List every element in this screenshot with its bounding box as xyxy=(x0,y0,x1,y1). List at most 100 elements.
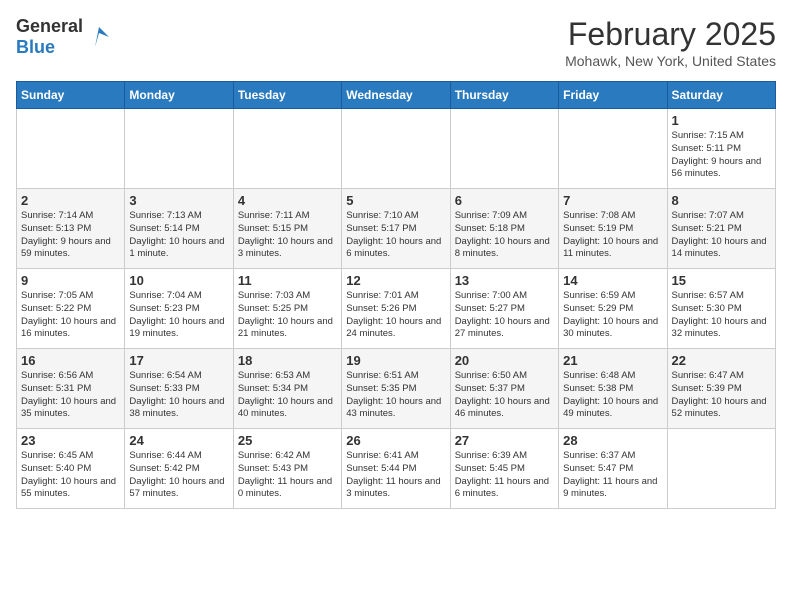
day-number: 6 xyxy=(455,193,554,208)
day-number: 27 xyxy=(455,433,554,448)
day-number: 1 xyxy=(672,113,771,128)
day-cell: 23 Sunrise: 6:45 AM Sunset: 5:40 PM Dayli… xyxy=(17,429,125,509)
day-number: 10 xyxy=(129,273,228,288)
header-row: SundayMondayTuesdayWednesdayThursdayFrid… xyxy=(17,82,776,109)
day-number: 22 xyxy=(672,353,771,368)
day-cell: 28Sunrise: 6:37 AM Sunset: 5:47 PM Dayli… xyxy=(559,429,667,509)
day-cell: 19 Sunrise: 6:51 AM Sunset: 5:35 PM Dayli… xyxy=(342,349,450,429)
day-info: Sunrise: 7:08 AM Sunset: 5:19 PM Dayligh… xyxy=(563,210,662,261)
day-number: 25 xyxy=(238,433,337,448)
day-cell: 2 Sunrise: 7:14 AM Sunset: 5:13 PM Daylig… xyxy=(17,189,125,269)
day-info: Sunrise: 7:09 AM Sunset: 5:18 PM Dayligh… xyxy=(455,210,554,261)
day-cell: 4 Sunrise: 7:11 AM Sunset: 5:15 PM Daylig… xyxy=(233,189,341,269)
day-info: Sunrise: 6:42 AM Sunset: 5:43 PM Dayligh… xyxy=(238,450,337,501)
day-number: 24 xyxy=(129,433,228,448)
day-cell: 18Sunrise: 6:53 AM Sunset: 5:34 PM Dayli… xyxy=(233,349,341,429)
logo: General Blue xyxy=(16,16,113,58)
calendar-subtitle: Mohawk, New York, United States xyxy=(565,53,776,69)
day-cell xyxy=(233,109,341,189)
day-number: 12 xyxy=(346,273,445,288)
day-info: Sunrise: 6:56 AM Sunset: 5:31 PM Dayligh… xyxy=(21,370,120,421)
header-cell-thursday: Thursday xyxy=(450,82,558,109)
day-number: 21 xyxy=(563,353,662,368)
day-info: Sunrise: 7:13 AM Sunset: 5:14 PM Dayligh… xyxy=(129,210,228,261)
day-info: Sunrise: 7:04 AM Sunset: 5:23 PM Dayligh… xyxy=(129,290,228,341)
header-cell-monday: Monday xyxy=(125,82,233,109)
calendar-body: 1 Sunrise: 7:15 AM Sunset: 5:11 PM Daylig… xyxy=(17,109,776,509)
day-info: Sunrise: 6:45 AM Sunset: 5:40 PM Dayligh… xyxy=(21,450,120,501)
day-number: 7 xyxy=(563,193,662,208)
day-cell: 14 Sunrise: 6:59 AM Sunset: 5:29 PM Dayli… xyxy=(559,269,667,349)
day-info: Sunrise: 6:54 AM Sunset: 5:33 PM Dayligh… xyxy=(129,370,228,421)
day-info: Sunrise: 6:48 AM Sunset: 5:38 PM Dayligh… xyxy=(563,370,662,421)
day-cell: 10 Sunrise: 7:04 AM Sunset: 5:23 PM Dayli… xyxy=(125,269,233,349)
day-cell: 15 Sunrise: 6:57 AM Sunset: 5:30 PM Dayli… xyxy=(667,269,775,349)
day-cell: 7 Sunrise: 7:08 AM Sunset: 5:19 PM Daylig… xyxy=(559,189,667,269)
day-cell: 26Sunrise: 6:41 AM Sunset: 5:44 PM Dayli… xyxy=(342,429,450,509)
day-cell: 16 Sunrise: 6:56 AM Sunset: 5:31 PM Dayli… xyxy=(17,349,125,429)
day-cell: 9 Sunrise: 7:05 AM Sunset: 5:22 PM Daylig… xyxy=(17,269,125,349)
day-info: Sunrise: 6:57 AM Sunset: 5:30 PM Dayligh… xyxy=(672,290,771,341)
day-cell: 21 Sunrise: 6:48 AM Sunset: 5:38 PM Dayli… xyxy=(559,349,667,429)
day-info: Sunrise: 6:59 AM Sunset: 5:29 PM Dayligh… xyxy=(563,290,662,341)
day-cell: 17 Sunrise: 6:54 AM Sunset: 5:33 PM Dayli… xyxy=(125,349,233,429)
day-info: Sunrise: 7:11 AM Sunset: 5:15 PM Dayligh… xyxy=(238,210,337,261)
day-number: 19 xyxy=(346,353,445,368)
day-cell: 5Sunrise: 7:10 AM Sunset: 5:17 PM Daylig… xyxy=(342,189,450,269)
day-info: Sunrise: 7:05 AM Sunset: 5:22 PM Dayligh… xyxy=(21,290,120,341)
day-number: 28 xyxy=(563,433,662,448)
day-cell xyxy=(342,109,450,189)
day-number: 2 xyxy=(21,193,120,208)
day-info: Sunrise: 6:51 AM Sunset: 5:35 PM Dayligh… xyxy=(346,370,445,421)
day-cell: 24 Sunrise: 6:44 AM Sunset: 5:42 PM Dayli… xyxy=(125,429,233,509)
day-number: 4 xyxy=(238,193,337,208)
day-cell: 22 Sunrise: 6:47 AM Sunset: 5:39 PM Dayli… xyxy=(667,349,775,429)
day-info: Sunrise: 7:01 AM Sunset: 5:26 PM Dayligh… xyxy=(346,290,445,341)
day-cell: 8 Sunrise: 7:07 AM Sunset: 5:21 PM Daylig… xyxy=(667,189,775,269)
day-number: 23 xyxy=(21,433,120,448)
day-cell xyxy=(125,109,233,189)
day-info: Sunrise: 6:41 AM Sunset: 5:44 PM Dayligh… xyxy=(346,450,445,501)
logo-blue: Blue xyxy=(16,37,55,57)
week-row-3: 9 Sunrise: 7:05 AM Sunset: 5:22 PM Daylig… xyxy=(17,269,776,349)
day-cell: 11Sunrise: 7:03 AM Sunset: 5:25 PM Dayli… xyxy=(233,269,341,349)
day-number: 14 xyxy=(563,273,662,288)
calendar-table: SundayMondayTuesdayWednesdayThursdayFrid… xyxy=(16,81,776,509)
day-info: Sunrise: 7:07 AM Sunset: 5:21 PM Dayligh… xyxy=(672,210,771,261)
day-number: 3 xyxy=(129,193,228,208)
day-cell: 20Sunrise: 6:50 AM Sunset: 5:37 PM Dayli… xyxy=(450,349,558,429)
logo-general: General xyxy=(16,16,83,36)
day-cell xyxy=(559,109,667,189)
day-cell: 27 Sunrise: 6:39 AM Sunset: 5:45 PM Dayli… xyxy=(450,429,558,509)
day-number: 16 xyxy=(21,353,120,368)
day-cell: 12 Sunrise: 7:01 AM Sunset: 5:26 PM Dayli… xyxy=(342,269,450,349)
day-number: 15 xyxy=(672,273,771,288)
day-number: 18 xyxy=(238,353,337,368)
day-info: Sunrise: 7:15 AM Sunset: 5:11 PM Dayligh… xyxy=(672,130,771,181)
week-row-2: 2 Sunrise: 7:14 AM Sunset: 5:13 PM Daylig… xyxy=(17,189,776,269)
logo-text: General Blue xyxy=(16,16,83,58)
day-cell: 3 Sunrise: 7:13 AM Sunset: 5:14 PM Daylig… xyxy=(125,189,233,269)
day-cell xyxy=(667,429,775,509)
day-cell xyxy=(450,109,558,189)
day-info: Sunrise: 6:39 AM Sunset: 5:45 PM Dayligh… xyxy=(455,450,554,501)
day-number: 11 xyxy=(238,273,337,288)
header-cell-friday: Friday xyxy=(559,82,667,109)
header-cell-wednesday: Wednesday xyxy=(342,82,450,109)
calendar-header: SundayMondayTuesdayWednesdayThursdayFrid… xyxy=(17,82,776,109)
day-number: 8 xyxy=(672,193,771,208)
day-number: 9 xyxy=(21,273,120,288)
day-cell: 6 Sunrise: 7:09 AM Sunset: 5:18 PM Daylig… xyxy=(450,189,558,269)
day-info: Sunrise: 6:47 AM Sunset: 5:39 PM Dayligh… xyxy=(672,370,771,421)
day-number: 20 xyxy=(455,353,554,368)
day-number: 13 xyxy=(455,273,554,288)
day-cell: 13 Sunrise: 7:00 AM Sunset: 5:27 PM Dayli… xyxy=(450,269,558,349)
day-cell: 1 Sunrise: 7:15 AM Sunset: 5:11 PM Daylig… xyxy=(667,109,775,189)
day-info: Sunrise: 6:44 AM Sunset: 5:42 PM Dayligh… xyxy=(129,450,228,501)
title-block: February 2025 Mohawk, New York, United S… xyxy=(565,16,776,69)
day-info: Sunrise: 7:00 AM Sunset: 5:27 PM Dayligh… xyxy=(455,290,554,341)
day-info: Sunrise: 7:14 AM Sunset: 5:13 PM Dayligh… xyxy=(21,210,120,261)
day-number: 17 xyxy=(129,353,228,368)
day-number: 5 xyxy=(346,193,445,208)
page-header: General Blue February 2025 Mohawk, New Y… xyxy=(16,16,776,69)
